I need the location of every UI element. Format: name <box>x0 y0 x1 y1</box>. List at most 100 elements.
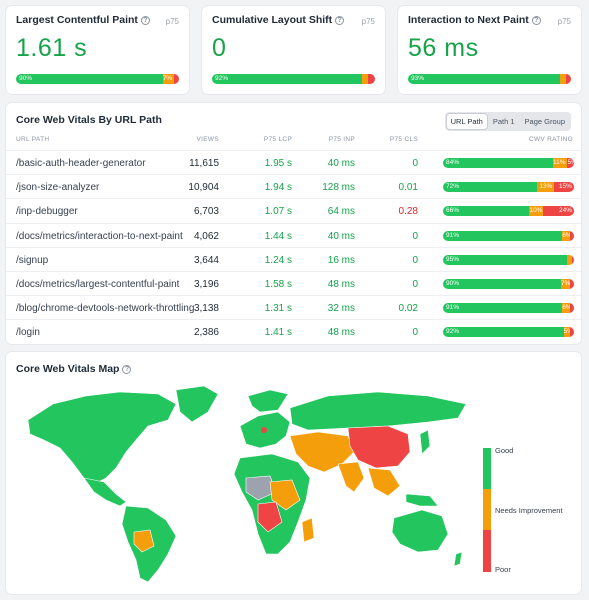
row-inp: 16 ms <box>327 254 355 266</box>
region-australia[interactable] <box>391 509 449 553</box>
segment-good: 95% <box>443 254 567 265</box>
help-icon[interactable]: ? <box>335 15 345 25</box>
cwv-rating-bar: 90% 7% <box>443 279 574 289</box>
row-cls: 0 <box>412 158 418 169</box>
row-lcp: 1.95 s <box>264 158 292 169</box>
row-url-path: /login <box>16 327 40 339</box>
distribution-bar: 90% 7% <box>16 74 179 84</box>
metric-title: Cumulative Layout Shift? <box>212 14 375 26</box>
legend-good: Good <box>495 446 514 455</box>
row-inp: 64 ms <box>327 206 355 218</box>
header-url-path[interactable]: URL PATH <box>16 136 49 143</box>
table-header: URL PATH VIEWS P75 LCP P75 INP P75 CLS C… <box>6 136 581 150</box>
region-poor-europe[interactable] <box>261 427 267 433</box>
help-icon[interactable]: ? <box>140 15 150 25</box>
row-inp: 128 ms <box>322 182 355 194</box>
segment-needs-improvement: 6% <box>562 230 571 241</box>
region-india[interactable] <box>337 461 365 493</box>
table-row[interactable]: /signup 3,644 1.24 s 16 ms 0 95% <box>6 246 581 272</box>
row-url-path: /basic-auth-header-generator <box>16 158 146 169</box>
row-lcp: 1.41 s <box>264 327 292 339</box>
header-views[interactable]: VIEWS <box>197 136 219 143</box>
row-cls: 0.01 <box>398 182 418 194</box>
header-cls[interactable]: P75 CLS <box>390 136 418 143</box>
cls-card: Cumulative Layout Shift? p75 0 92% <box>202 6 385 94</box>
region-indonesia[interactable] <box>405 493 439 507</box>
help-icon[interactable]: ? <box>122 364 132 374</box>
row-views: 3,138 <box>193 303 219 315</box>
segment-poor: 24% <box>542 206 574 217</box>
segment-good: 92% <box>212 74 362 84</box>
lcp-card: Largest Contentful Paint? p75 1.61 s 90%… <box>6 6 189 94</box>
distribution-bar: 92% <box>212 74 375 84</box>
metric-title: Interaction to Next Paint? <box>408 14 571 26</box>
table-row[interactable]: /basic-auth-header-generator 11,615 1.95 s… <box>6 150 581 175</box>
metric-title: Largest Contentful Paint? <box>16 14 179 26</box>
segment-poor: 5% <box>567 158 574 168</box>
metric-title-text: Cumulative Layout Shift <box>212 14 333 26</box>
help-icon[interactable]: ? <box>531 15 541 25</box>
header-lcp[interactable]: P75 LCP <box>264 136 292 143</box>
region-southeast-asia[interactable] <box>367 467 401 497</box>
p75-label: p75 <box>165 17 179 26</box>
cwv-rating-bar: 91%6% <box>443 303 574 314</box>
table-row[interactable]: /login 2,386 1.41 s 48 ms 0 92%5% <box>6 319 581 344</box>
segment-good: 93% <box>408 74 560 84</box>
table-row[interactable]: /json-size-analyzer 10,904 1.94 s 128 ms 0.0… <box>6 174 581 199</box>
row-views: 10,904 <box>188 182 219 194</box>
segment-poor <box>174 74 179 84</box>
metric-title-text: Largest Contentful Paint <box>16 14 138 26</box>
region-japan[interactable] <box>419 429 431 455</box>
toggle-url-path[interactable]: URL Path <box>446 114 487 129</box>
region-north-america[interactable] <box>27 391 177 485</box>
p75-label: p75 <box>557 17 571 26</box>
row-views: 3,196 <box>193 279 219 290</box>
row-inp: 48 ms <box>327 279 355 290</box>
row-views: 3,644 <box>193 254 219 266</box>
table-title: Core Web Vitals By URL Path <box>16 114 162 126</box>
table-row[interactable]: /docs/metrics/largest-contentful-paint 3,… <box>6 271 581 296</box>
row-views: 11,615 <box>189 158 219 169</box>
row-cls: 0 <box>412 327 418 339</box>
toggle-page-group[interactable]: Page Group <box>521 114 569 129</box>
table-row[interactable]: /docs/metrics/interaction-to-next-paint 4… <box>6 222 581 248</box>
segment-good: 90% <box>443 279 561 289</box>
region-central-america[interactable] <box>83 477 127 507</box>
segment-good: 66% <box>443 206 530 217</box>
segment-poor <box>570 279 574 289</box>
metric-value: 1.61 s <box>16 34 88 62</box>
header-rating[interactable]: CWV RATING <box>529 136 573 143</box>
region-russia[interactable] <box>289 391 467 431</box>
toggle-path-1[interactable]: Path 1 <box>489 114 519 129</box>
cwv-rating-bar: 66% 10% 24% <box>443 206 574 217</box>
region-madagascar[interactable] <box>301 517 315 543</box>
region-scandinavia[interactable] <box>247 389 289 413</box>
legend-needs-improvement: Needs Improvement <box>495 506 563 515</box>
row-cls: 0 <box>412 279 418 290</box>
segment-poor <box>570 303 574 314</box>
segment-needs-improvement: 7% <box>560 279 571 289</box>
row-url-path: /blog/chrome-devtools-network-throttling <box>16 303 195 315</box>
distribution-bar: 93% <box>408 74 571 84</box>
row-inp: 32 ms <box>327 303 355 315</box>
table-row[interactable]: /inp-debugger 6,703 1.07 s 64 ms 0.28 66% 10% 2… <box>6 198 581 223</box>
header-inp[interactable]: P75 INP <box>329 136 355 143</box>
world-map[interactable] <box>8 382 478 587</box>
row-views: 2,386 <box>193 327 219 339</box>
row-cls: 0 <box>412 254 418 266</box>
cwv-rating-bar: 84%11%5% <box>443 158 574 168</box>
metric-value: 0 <box>212 34 227 62</box>
region-new-zealand[interactable] <box>453 551 463 567</box>
legend-gradient-bar <box>483 448 491 572</box>
region-greenland[interactable] <box>175 385 219 423</box>
row-inp: 48 ms <box>327 327 355 339</box>
table-row[interactable]: /blog/chrome-devtools-network-throttling… <box>6 295 581 320</box>
cwv-rating-bar: 92%5% <box>443 327 574 338</box>
legend-poor: Poor <box>495 565 511 574</box>
region-china[interactable] <box>347 425 411 469</box>
row-views: 4,062 <box>193 230 219 242</box>
row-cls: 0.02 <box>398 303 418 315</box>
row-lcp: 1.44 s <box>264 230 292 242</box>
row-url-path: /signup <box>16 254 49 266</box>
inp-card: Interaction to Next Paint? p75 56 ms 93% <box>398 6 581 94</box>
